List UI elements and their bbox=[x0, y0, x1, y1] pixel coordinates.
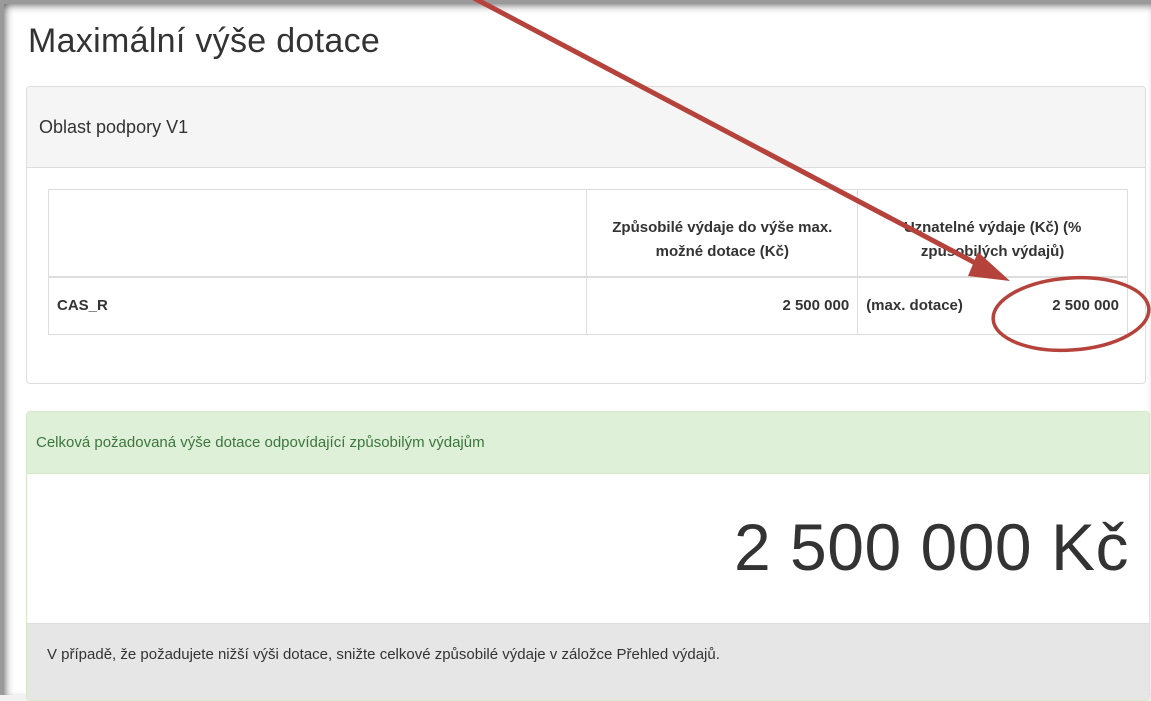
row-max-note: (max. dotace) bbox=[866, 297, 963, 315]
support-area-heading: Oblast podpory V1 bbox=[27, 87, 1145, 168]
header-eligible: Způsobilé výdaje do výše max. možné dota… bbox=[586, 189, 859, 278]
total-panel: Celková požadovaná výše dotace odpovídaj… bbox=[26, 411, 1150, 701]
row-name: CAS_R bbox=[47, 276, 588, 335]
row-eligible-value: 2 500 000 bbox=[586, 276, 859, 335]
table-row: CAS_R 2 500 000 (max. dotace) 2 500 000 bbox=[47, 276, 1128, 335]
row-recognized-value: 2 500 000 bbox=[1052, 297, 1119, 315]
header-recognized: Uznatelné výdaje (Kč) (% způsobilých výd… bbox=[857, 189, 1128, 278]
page-title: Maximální výše dotace bbox=[28, 22, 381, 60]
total-amount: 2 500 000 Kč bbox=[734, 510, 1129, 584]
total-heading: Celková požadovaná výše dotace odpovídaj… bbox=[27, 412, 1149, 474]
expenses-table: Způsobilé výdaje do výše max. možné dota… bbox=[47, 189, 1128, 335]
table-header-row: Způsobilé výdaje do výše max. možné dota… bbox=[47, 189, 1128, 278]
support-area-panel: Oblast podpory V1 Způsobilé výdaje do vý… bbox=[26, 86, 1146, 384]
row-recognized-cell: (max. dotace) 2 500 000 bbox=[857, 276, 1128, 335]
total-footer-note: V případě, že požadujete nižší výši dota… bbox=[27, 623, 1149, 700]
header-empty bbox=[47, 189, 588, 278]
